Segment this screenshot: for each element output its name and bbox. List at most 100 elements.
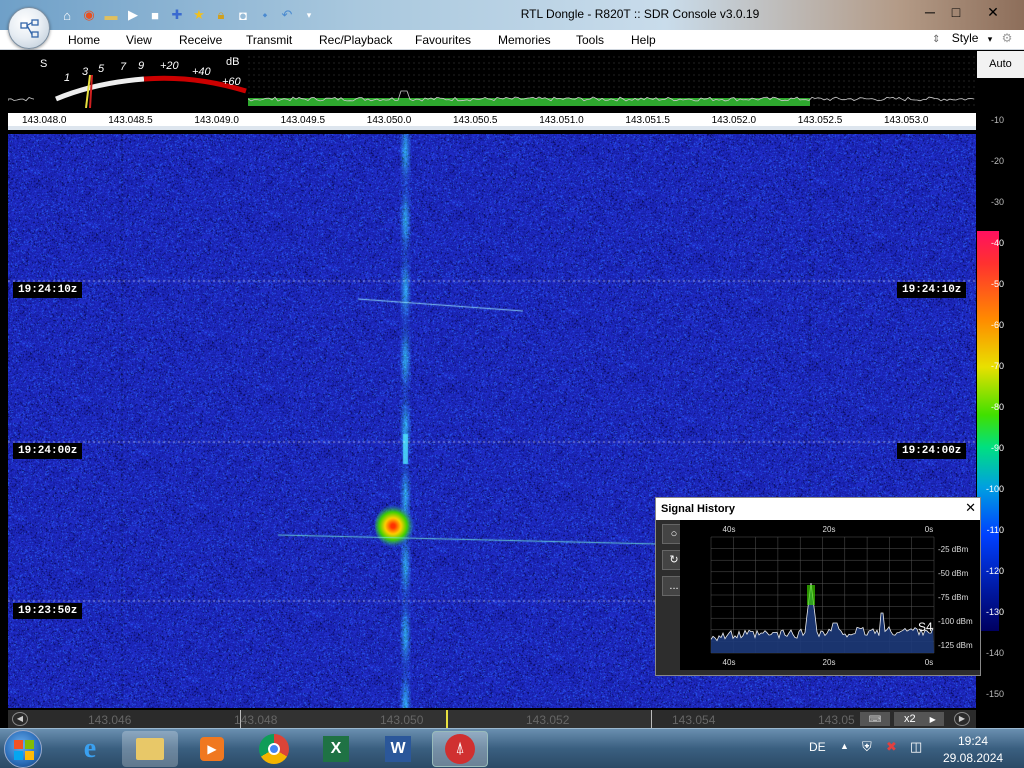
history-x-tick: 0s xyxy=(925,525,933,534)
chrome-icon xyxy=(259,734,289,764)
lock-icon[interactable]: 🔒︎ xyxy=(212,6,230,24)
bottom-frequency-scale[interactable]: ◀ 143.046 143.048 143.050 143.052 143.05… xyxy=(8,710,976,728)
menu-tools[interactable]: Tools xyxy=(576,33,604,47)
frequency-tick: 143.048.0 xyxy=(22,115,67,126)
quick-access-toolbar: ⌂ ◉ ▬ ▶ ■ ✚ ★ 🔒︎ ◘ ⬩ ↶ ▾ xyxy=(58,6,318,24)
settings-gear-icon[interactable]: ⚙ xyxy=(1002,31,1013,45)
menu-favourites[interactable]: Favourites xyxy=(415,33,471,47)
play-icon[interactable]: ▶ xyxy=(124,6,142,24)
zoom-button[interactable]: x2 ▶ xyxy=(894,712,944,726)
signal-history-chart: 40s 20s 0s 40s 20s 0s -25 dBm -50 dBm -75 dBm -10… xyxy=(680,520,980,670)
bottom-scale-tick: 143.052 xyxy=(526,713,570,727)
spectrum-display[interactable]: S 1 3 5 7 9 +20 +40 +60 dB xyxy=(7,51,976,111)
undo-icon[interactable]: ↶ xyxy=(278,6,296,24)
smeter-tick: 7 xyxy=(120,61,127,73)
show-hidden-icons-button[interactable]: ▲ xyxy=(840,741,849,751)
home-icon[interactable]: ⌂ xyxy=(58,6,76,24)
camera-icon[interactable]: ◘ xyxy=(234,6,252,24)
taskbar: e ▶ X W ⍋ DE ▲ ⛨ ✖ ◫ 19:24 29.08.2024 xyxy=(0,728,1024,768)
frequency-tick: 143.053.0 xyxy=(884,115,929,126)
bottom-scale-tick: 143.050 xyxy=(380,713,424,727)
history-y-tick: -75 dBm xyxy=(938,593,969,602)
menu-rec-playback[interactable]: Rec/Playback xyxy=(319,33,392,47)
volume-tray-icon[interactable]: ◫ xyxy=(910,739,922,755)
taskbar-internet-explorer[interactable]: e xyxy=(62,731,118,767)
db-scale[interactable] xyxy=(977,51,1024,728)
frequency-tick: 143.048.5 xyxy=(108,115,153,126)
window-title: RTL Dongle - R820T :: SDR Console v3.0.1… xyxy=(520,7,760,21)
time-label-left: 19:24:00z xyxy=(13,443,83,459)
bottom-scale-tick: 143.048 xyxy=(234,713,278,727)
excel-icon: X xyxy=(323,736,349,762)
menu-memories[interactable]: Memories xyxy=(498,33,551,47)
taskbar-chrome[interactable] xyxy=(246,731,302,767)
star-icon[interactable]: ★ xyxy=(190,6,208,24)
taskbar-excel[interactable]: X xyxy=(308,731,364,767)
smeter-tick: +60 xyxy=(222,76,242,88)
history-y-tick: -50 dBm xyxy=(938,569,969,578)
close-button[interactable]: ✕ xyxy=(980,2,1006,22)
zoom-arrow-icon: ▶ xyxy=(929,715,936,724)
minimize-button[interactable]: ─ xyxy=(917,2,943,22)
history-s-reading: S4 xyxy=(918,620,933,634)
security-tray-icon[interactable]: ⛨ xyxy=(862,739,872,755)
start-button[interactable] xyxy=(4,730,42,768)
menu-help[interactable]: Help xyxy=(631,33,656,47)
time-label-right: 19:24:10z xyxy=(897,282,967,298)
internet-explorer-icon: e xyxy=(83,733,97,764)
time-label-left: 19:23:50z xyxy=(13,603,83,619)
lifebuoy-icon[interactable]: ◉ xyxy=(80,6,98,24)
style-spinner-icon: ⇕ xyxy=(932,34,941,45)
frequency-tick: 143.051.0 xyxy=(539,115,584,126)
language-indicator[interactable]: DE xyxy=(809,740,826,754)
folder-icon[interactable]: ▬ xyxy=(102,6,120,24)
drop-icon[interactable]: ⬩ xyxy=(256,6,274,24)
taskbar-media-player[interactable]: ▶ xyxy=(184,731,240,767)
add-icon[interactable]: ✚ xyxy=(168,6,186,24)
scroll-left-button[interactable]: ◀ xyxy=(12,712,28,726)
sdr-console-icon: ⍋ xyxy=(445,734,475,764)
frequency-tick: 143.050.0 xyxy=(366,115,412,126)
signal-history-panel[interactable]: Signal History ✕ ○ ↻ ... 40s 20s 0s 40s 20s 0… xyxy=(655,497,981,676)
scroll-right-button[interactable]: ▶ xyxy=(954,712,970,726)
menu-receive[interactable]: Receive xyxy=(179,33,222,47)
history-x-tick: 20s xyxy=(823,658,836,667)
history-x-tick: 40s xyxy=(723,658,736,667)
history-y-tick: -100 dBm xyxy=(938,617,973,626)
clock-date[interactable]: 29.08.2024 xyxy=(943,751,1003,765)
menu-transmit[interactable]: Transmit xyxy=(246,33,292,47)
stop-icon[interactable]: ■ xyxy=(146,6,164,24)
smeter-tick: 1 xyxy=(64,72,70,84)
taskbar-file-explorer[interactable] xyxy=(122,731,178,767)
clock-time[interactable]: 19:24 xyxy=(958,734,988,748)
maximize-button[interactable]: □ xyxy=(943,2,969,22)
signal-history-close-button[interactable]: ✕ xyxy=(965,500,976,516)
bottom-scale-tick: 143.046 xyxy=(88,713,132,727)
keyboard-icon[interactable]: ⌨ xyxy=(860,712,890,726)
signal-history-title: Signal History xyxy=(661,503,735,515)
smeter-tick: +20 xyxy=(160,60,180,72)
signal-history-header[interactable]: Signal History ✕ xyxy=(656,498,980,520)
taskbar-word[interactable]: W xyxy=(370,731,426,767)
menu-view[interactable]: View xyxy=(126,33,152,47)
network-tray-icon[interactable]: ✖ xyxy=(886,739,897,755)
zoom-label: x2 xyxy=(904,713,916,725)
style-menu[interactable]: ⇕ Style ▾ ⚙ xyxy=(932,31,1012,45)
history-x-tick: 40s xyxy=(723,525,736,534)
taskbar-sdr-console[interactable]: ⍋ xyxy=(432,731,488,767)
s-meter: S 1 3 5 7 9 +20 +40 +60 dB xyxy=(34,53,248,109)
passband xyxy=(248,98,810,106)
folder-icon xyxy=(136,738,164,760)
qat-dropdown-icon[interactable]: ▾ xyxy=(300,6,318,24)
word-icon: W xyxy=(385,736,411,762)
menu-home[interactable]: Home xyxy=(68,33,100,47)
style-label: Style xyxy=(951,31,979,45)
smeter-tick: +40 xyxy=(192,66,212,78)
history-peak-highlight xyxy=(807,585,815,605)
frequency-axis[interactable]: 143.048.0 143.048.5 143.049.0 143.049.5 143.… xyxy=(8,113,976,130)
history-y-tick: -25 dBm xyxy=(938,545,969,554)
auto-scale-button[interactable]: Auto xyxy=(977,51,1024,78)
style-dropdown-icon: ▾ xyxy=(987,34,993,44)
app-orb-button[interactable] xyxy=(8,7,50,49)
history-x-tick: 0s xyxy=(925,658,933,667)
